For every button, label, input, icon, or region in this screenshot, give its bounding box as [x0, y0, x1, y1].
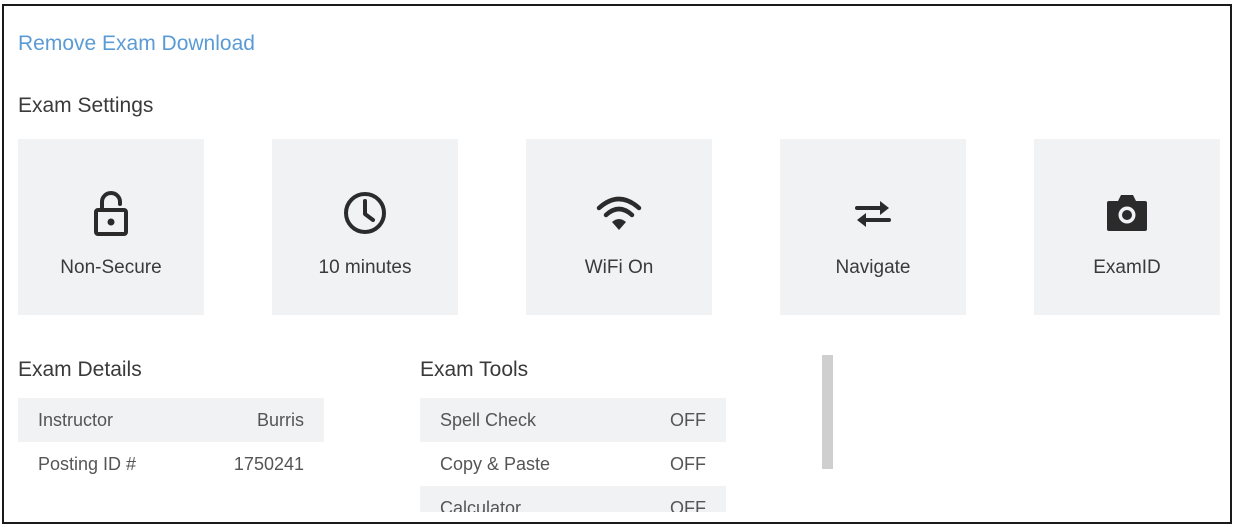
row-label: Calculator — [440, 497, 522, 513]
setting-label: ExamID — [1093, 257, 1161, 278]
setting-tile-wifi[interactable]: WiFi On — [526, 139, 712, 315]
scrollbar-thumb[interactable] — [822, 355, 833, 469]
setting-tile-examid[interactable]: ExamID — [1034, 139, 1220, 315]
wifi-icon — [596, 196, 642, 230]
unlocked-padlock-icon — [94, 191, 128, 236]
exam-details-title: Exam Details — [18, 358, 142, 381]
row-value: 1750241 — [233, 453, 304, 474]
row-label: Spell Check — [440, 409, 537, 430]
exam-tools-title: Exam Tools — [420, 358, 529, 381]
setting-tile-navigation[interactable]: Navigate — [780, 139, 966, 315]
setting-label: Non-Secure — [60, 257, 162, 278]
table-row: Instructor Burris — [18, 398, 324, 442]
table-row: Spell Check OFF — [420, 398, 726, 442]
swap-arrows-icon — [855, 201, 891, 227]
row-value: Burris — [256, 409, 304, 430]
row-label: Posting ID # — [38, 453, 137, 474]
clock-icon — [344, 192, 386, 234]
setting-tile-time-limit[interactable]: 10 minutes — [272, 139, 458, 315]
row-label: Instructor — [38, 409, 114, 430]
exam-settings-title: Exam Settings — [18, 94, 154, 117]
row-label: Copy & Paste — [440, 453, 551, 474]
setting-tile-security[interactable]: Non-Secure — [18, 139, 204, 315]
table-row: Calculator OFF — [420, 486, 726, 512]
table-row: Posting ID # 1750241 — [18, 442, 324, 486]
row-value: OFF — [670, 497, 706, 513]
remove-exam-download-link[interactable]: Remove Exam Download — [18, 32, 255, 56]
exam-settings-panel: Remove Exam Download Exam Settings Non-S… — [2, 4, 1232, 524]
exam-details-table: Instructor Burris Posting ID # 1750241 — [18, 398, 324, 486]
settings-tiles: Non-Secure 10 minutes WiFi On Navigate E… — [18, 139, 1220, 315]
setting-label: Navigate — [835, 257, 911, 278]
setting-label: WiFi On — [584, 257, 654, 278]
exam-tools-table: Spell Check OFF Copy & Paste OFF Calcula… — [420, 398, 726, 512]
row-value: OFF — [670, 453, 706, 474]
setting-label: 10 minutes — [318, 257, 412, 278]
row-value: OFF — [670, 409, 706, 430]
camera-icon — [1107, 195, 1147, 231]
table-row: Copy & Paste OFF — [420, 442, 726, 486]
